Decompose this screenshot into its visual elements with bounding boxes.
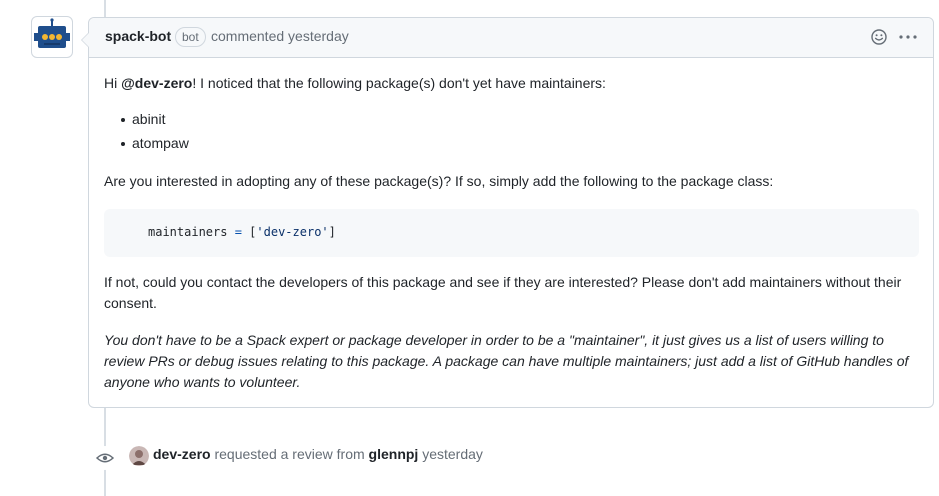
bot-badge: bot — [175, 27, 206, 47]
event-actor-link[interactable]: dev-zero — [153, 446, 211, 462]
event-action-text: requested a review from — [210, 446, 369, 462]
event-badge — [93, 446, 117, 470]
list-item: atompaw — [104, 133, 189, 157]
code-string: 'dev-zero' — [256, 225, 329, 239]
package-list: abinit atompaw — [104, 109, 189, 157]
greeting-suffix: ! I noticed that the following package(s… — [192, 75, 606, 91]
kebab-icon — [899, 35, 917, 39]
greeting-prefix: Hi — [104, 75, 122, 91]
event-actor-avatar[interactable] — [129, 446, 149, 466]
robot-avatar-icon — [34, 18, 70, 48]
code-operator: = — [227, 225, 250, 239]
code-line: maintainers = ['dev-zero'] — [148, 225, 336, 239]
code-close-bracket: ] — [328, 225, 336, 239]
question-paragraph: Are you interested in adopting any of th… — [104, 173, 774, 189]
code-variable: maintainers — [148, 225, 228, 239]
review-request-event: dev-zero requested a review from glennpj… — [153, 446, 483, 462]
comment-header: spack-bot bot commented yesterday — [89, 18, 933, 58]
add-reaction-button[interactable] — [870, 28, 888, 46]
greeting-paragraph: Hi @dev-zero! I noticed that the followi… — [104, 73, 606, 94]
smiley-icon — [871, 29, 887, 45]
comment-timestamp[interactable]: commented yesterday — [211, 28, 349, 44]
event-reviewer-link[interactable]: glennpj — [369, 446, 419, 462]
comment-card: spack-bot bot commented yesterday Hi @de… — [81, 17, 934, 408]
user-avatar — [129, 446, 149, 466]
comment-options-button[interactable] — [897, 28, 919, 46]
eye-icon — [95, 453, 115, 463]
maintainer-note: You don't have to be a Spack expert or p… — [104, 332, 909, 390]
user-mention-link[interactable]: @dev-zero — [121, 75, 192, 91]
contact-paragraph: If not, could you contact the developers… — [104, 274, 902, 311]
comment-author-link[interactable]: spack-bot — [105, 28, 171, 44]
code-block: maintainers = ['dev-zero'] — [104, 209, 919, 257]
author-avatar[interactable] — [31, 16, 73, 58]
list-item: abinit — [104, 109, 189, 133]
event-timestamp[interactable]: yesterday — [418, 446, 483, 462]
